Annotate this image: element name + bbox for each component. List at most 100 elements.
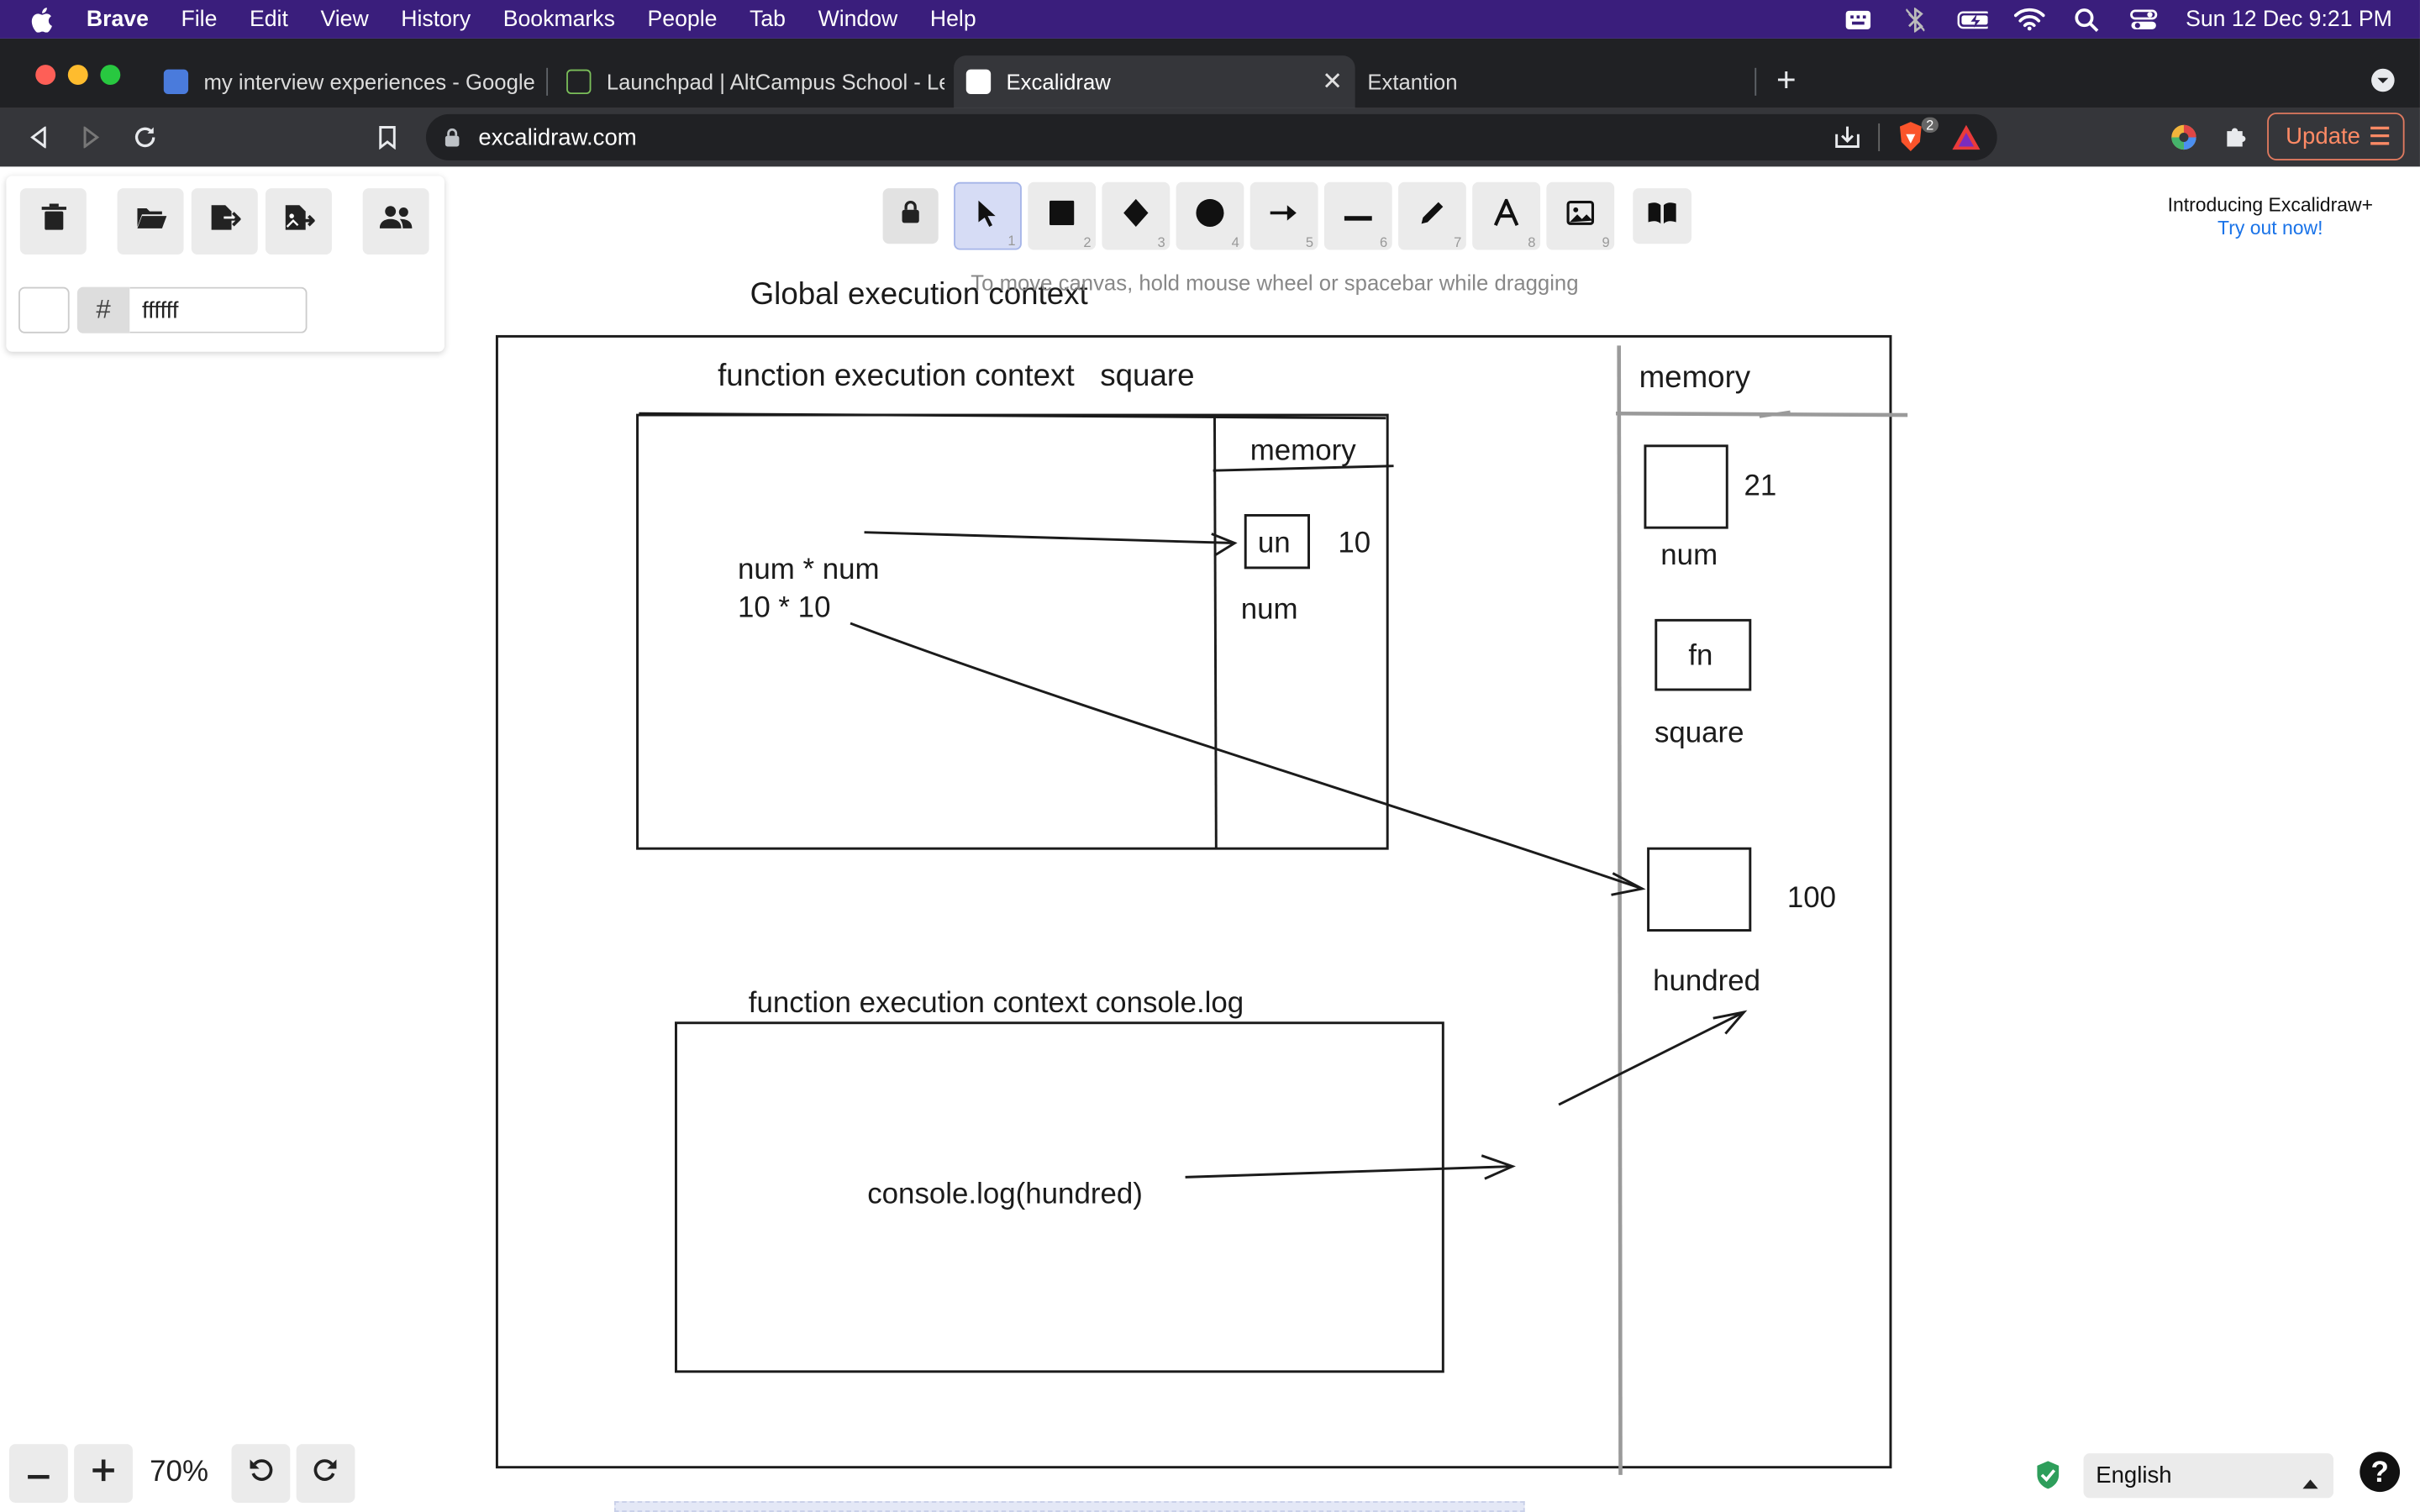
text-tool-button[interactable]: 8 [1472,181,1541,250]
menu-tab[interactable]: Tab [750,7,786,31]
hundred-value-100[interactable]: 100 [1787,881,1836,914]
control-center-icon[interactable] [2128,7,2160,31]
param-name-num[interactable]: num [1241,593,1298,626]
update-button[interactable]: Update [2267,113,2405,161]
redo-button[interactable] [296,1444,355,1503]
lock-tool-button[interactable] [882,188,939,244]
menu-file[interactable]: File [181,7,217,31]
num-value-21[interactable]: 21 [1744,470,1776,502]
square-label[interactable]: square [1655,716,1744,748]
tab-extantion[interactable]: Extantion [1367,55,1738,108]
arrow-to-hundred-label[interactable] [1558,1011,1745,1106]
fec-console-title[interactable]: function execution context console.log [749,986,1244,1019]
export-image-button[interactable] [265,188,332,255]
zoom-in-button[interactable] [74,1444,133,1503]
menu-app-brave[interactable]: Brave [87,7,149,31]
square-memory-label[interactable]: memory [1250,433,1357,466]
rectangle-tool-button[interactable]: 2 [1028,181,1097,250]
arrow-from-console-call[interactable] [1185,1165,1513,1179]
battery-icon[interactable] [1957,7,1989,31]
tab-excalidraw[interactable]: Excalidraw ✕ [954,55,1355,108]
ellipse-tool-button[interactable]: 4 [1176,181,1244,250]
color-wheel-extension-icon[interactable] [2169,122,2200,160]
menu-window[interactable]: Window [818,7,898,31]
back-icon[interactable] [22,120,55,154]
window-maximize-button[interactable] [100,65,121,86]
global-memory-divider[interactable] [1617,345,1623,1475]
wifi-icon[interactable] [2014,7,2045,31]
live-collaboration-button[interactable] [362,188,429,255]
canvas-hint-text: To move canvas, hold mouse wheel or spac… [971,270,1579,295]
global-context-frame[interactable] [495,334,1892,1469]
line-icon [1344,202,1372,230]
keyboard-icon[interactable] [1843,7,1874,31]
help-button[interactable]: ? [2358,1450,2401,1501]
zoom-level[interactable]: 70% [139,1444,219,1503]
global-memory-label[interactable]: memory [1639,360,1751,394]
expression-num-times-num[interactable]: num * num [738,553,880,585]
shortcut-key: 6 [1379,234,1388,250]
undo-button[interactable] [231,1444,291,1503]
fec-square-divider[interactable] [1213,416,1218,849]
canvas-background-swatch[interactable] [18,286,70,333]
horizontal-scroll-indicator[interactable] [614,1501,1525,1512]
console-log-call[interactable]: console.log(hundred) [867,1178,1143,1210]
save-file-button[interactable] [191,188,258,255]
bookmark-icon[interactable] [371,120,404,154]
canvas-background-hex-input[interactable]: ffffff [129,286,308,333]
menu-view[interactable]: View [320,7,368,31]
install-app-icon[interactable] [1833,125,1861,156]
tab-altcampus[interactable]: Launchpad | AltCampus School - Le [566,55,944,108]
menu-bookmarks[interactable]: Bookmarks [503,7,615,31]
drawing-canvas[interactable]: Global execution context function execut… [0,166,2420,1512]
apple-icon[interactable] [31,7,55,32]
encryption-shield-icon[interactable] [2034,1460,2062,1499]
arrow-to-un[interactable] [864,531,1235,544]
extensions-puzzle-icon[interactable] [2223,122,2250,157]
address-bar[interactable]: excalidraw.com 2 [425,113,1997,161]
param-value-ten[interactable]: 10 [1338,527,1370,559]
spotlight-search-icon[interactable] [2071,7,2102,32]
clear-canvas-button[interactable] [19,188,87,255]
dark-mode-moon-icon[interactable] [330,297,355,332]
num-box[interactable] [1644,444,1728,529]
fec-square-memory-underline[interactable] [1213,465,1394,472]
line-tool-button[interactable]: 6 [1323,181,1392,250]
excalidraw-favicon-icon [965,69,992,95]
fec-square-box[interactable] [636,413,1389,850]
tab-search-dropdown-icon[interactable] [2370,68,2395,101]
num-label[interactable]: num [1660,538,1718,571]
brave-rewards-icon[interactable] [1951,123,1982,157]
menu-edit[interactable]: Edit [250,7,288,31]
open-file-button[interactable] [117,188,184,255]
draw-tool-button[interactable]: 7 [1398,181,1466,250]
un-value[interactable]: un [1258,527,1291,559]
fn-label[interactable]: fn [1688,639,1712,672]
bluetooth-icon[interactable] [1900,7,1931,32]
hundred-box[interactable] [1647,847,1752,932]
close-tab-icon[interactable]: ✕ [1322,66,1343,97]
promo-link[interactable]: Try out now! [2130,218,2411,239]
tab-google-docs[interactable]: my interview experiences - Google D [163,55,534,108]
language-select[interactable]: English [2083,1453,2334,1499]
menu-help[interactable]: Help [930,7,976,31]
expression-ten-times-ten[interactable]: 10 * 10 [738,591,831,624]
fec-square-title[interactable]: function execution context square [718,358,1194,392]
arrow-tool-button[interactable]: 5 [1249,181,1318,250]
menubar-clock[interactable]: Sun 12 Dec 9:21 PM [2186,7,2392,31]
diamond-tool-button[interactable]: 3 [1102,181,1171,250]
zoom-out-button[interactable] [9,1444,68,1503]
forward-icon[interactable] [74,120,108,154]
new-tab-plus-icon[interactable]: + [1776,62,1797,96]
menu-history[interactable]: History [401,7,471,31]
library-button[interactable] [1633,188,1692,244]
menu-people[interactable]: People [648,7,718,31]
window-close-button[interactable] [35,65,56,86]
reload-icon[interactable] [128,120,161,154]
image-tool-button[interactable]: 9 [1546,181,1615,250]
google-docs-icon [163,69,189,95]
lock-icon[interactable] [445,128,460,147]
hundred-label[interactable]: hundred [1653,964,1760,997]
selection-tool-button[interactable]: 1 [954,181,1022,250]
window-minimize-button[interactable] [67,65,88,86]
